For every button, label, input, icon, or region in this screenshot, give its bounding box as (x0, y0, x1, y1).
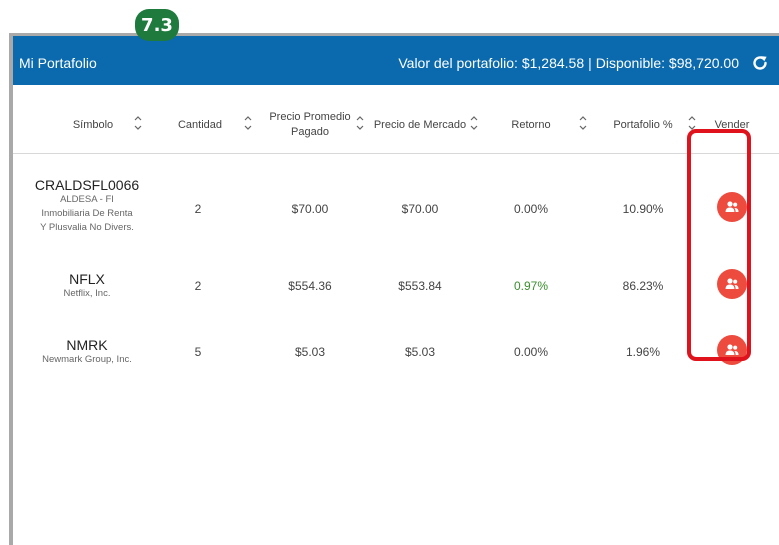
symbol-cell: CRALDSFL0066 ALDESA - FI Inmobiliaria De… (21, 178, 153, 235)
col-avg-price-label-2: Pagado (291, 126, 329, 138)
symbol-code[interactable]: CRALDSFL0066 (21, 178, 153, 193)
company-name: Inmobiliaria De Renta (41, 208, 133, 219)
col-quantity[interactable]: Cantidad (165, 96, 235, 154)
portfolio-pct-cell: 1.96% (625, 345, 661, 359)
available-balance: Disponible: $98,720.00 (595, 54, 739, 71)
return-cell: 0.97% (513, 279, 549, 293)
table-row: NMRK Newmark Group, Inc. 5 $5.03 $5.03 0… (13, 338, 779, 378)
sell-column-highlight (687, 129, 751, 361)
col-symbol[interactable]: Símbolo (53, 96, 133, 154)
avg-price-cell: $70.00 (291, 202, 329, 216)
quantity-cell: 2 (194, 279, 202, 293)
col-portfolio-pct[interactable]: Portafolio % (607, 96, 679, 154)
col-portfolio-pct-label: Portafolio % (613, 118, 673, 131)
market-price-cell: $553.84 (398, 279, 442, 293)
sort-icon[interactable] (578, 114, 588, 132)
table-row: CRALDSFL0066 ALDESA - FI Inmobiliaria De… (13, 178, 779, 248)
sort-icon[interactable] (355, 114, 365, 132)
return-cell: 0.00% (513, 345, 549, 359)
company-name: Netflix, Inc. (63, 288, 111, 299)
sort-icon[interactable] (133, 114, 143, 132)
step-badge: 7.3 (135, 9, 179, 41)
col-avg-price-label-1: Precio Promedio (269, 111, 351, 123)
portfolio-pct-cell: 86.23% (622, 279, 664, 293)
col-symbol-label: Símbolo (72, 118, 114, 131)
portfolio-pct-cell: 10.90% (622, 202, 664, 216)
col-quantity-label: Cantidad (177, 118, 223, 131)
table-header: Símbolo Cantidad Precio Promedio Pagado … (13, 96, 779, 154)
avg-price-cell: $554.36 (288, 279, 332, 293)
market-price-cell: $5.03 (404, 345, 436, 359)
company-name: ALDESA - FI (60, 194, 114, 205)
summary-separator: | (588, 54, 592, 71)
col-avg-price[interactable]: Precio Promedio Pagado (265, 96, 355, 154)
symbol-cell: NFLX Netflix, Inc. (21, 272, 153, 301)
portfolio-header: Mi Portafolio Valor del portafolio: $1,2… (13, 36, 779, 85)
table-row: NFLX Netflix, Inc. 2 $554.36 $553.84 0.9… (13, 272, 779, 312)
portfolio-panel: Mi Portafolio Valor del portafolio: $1,2… (9, 33, 779, 545)
refresh-icon[interactable] (751, 54, 769, 72)
portfolio-summary: Valor del portafolio: $1,284.58 | Dispon… (398, 50, 779, 72)
symbol-code[interactable]: NFLX (21, 272, 153, 287)
company-name: Y Plusvalia No Divers. (40, 222, 134, 233)
symbol-cell: NMRK Newmark Group, Inc. (21, 338, 153, 367)
avg-price-cell: $5.03 (294, 345, 326, 359)
symbol-code[interactable]: NMRK (21, 338, 153, 353)
quantity-cell: 5 (194, 345, 202, 359)
return-cell: 0.00% (513, 202, 549, 216)
portfolio-value: Valor del portafolio: $1,284.58 (398, 54, 585, 71)
col-return[interactable]: Retorno (501, 96, 561, 154)
col-market-price-label: Precio de Mercado (373, 118, 467, 131)
market-price-cell: $70.00 (401, 202, 439, 216)
sort-icon[interactable] (469, 114, 479, 132)
portfolio-title: Mi Portafolio (19, 54, 97, 71)
col-market-price[interactable]: Precio de Mercado (371, 96, 469, 154)
company-name: Newmark Group, Inc. (42, 354, 132, 365)
col-return-label: Retorno (511, 118, 551, 131)
quantity-cell: 2 (194, 202, 202, 216)
sort-icon[interactable] (243, 114, 253, 132)
